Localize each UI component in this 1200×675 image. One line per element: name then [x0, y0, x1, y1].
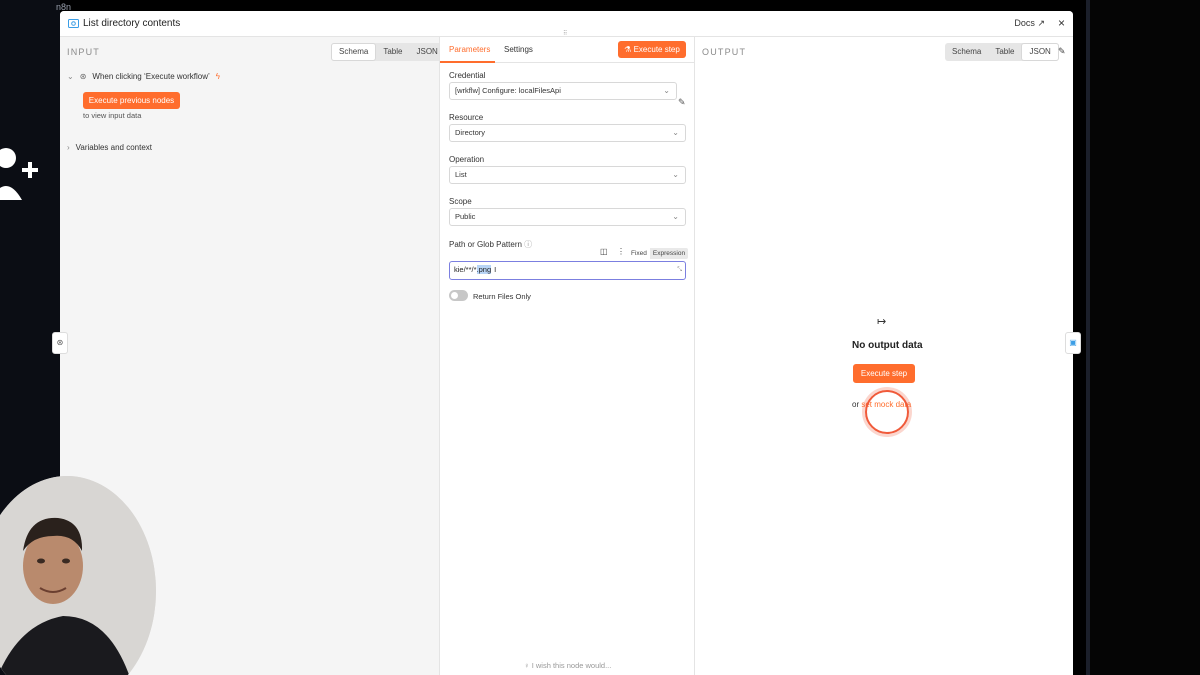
close-button[interactable]: × [1058, 16, 1065, 30]
split-view-icon[interactable]: ◫ [600, 247, 608, 256]
chevron-down-icon: ⌄ [67, 72, 74, 81]
return-files-label: Return Files Only [473, 292, 531, 301]
add-user-icon [0, 148, 38, 200]
trigger-node-row[interactable]: ⌄ ⊛ When clicking ‘Execute workflow’ ϟ [67, 72, 220, 81]
output-tab-schema[interactable]: Schema [945, 43, 988, 61]
operation-select[interactable]: List ⌄ [449, 166, 686, 184]
arrow-right-to-line-icon: ↦ [877, 316, 887, 328]
background-right [1086, 0, 1200, 675]
lightbulb-icon: ♀ [524, 661, 530, 670]
input-panel-toggle-icon[interactable]: ⊛ [52, 332, 68, 354]
output-view-switcher: Schema Table JSON [945, 43, 1059, 61]
input-view-switcher: Schema Table JSON [331, 43, 445, 61]
text-cursor-icon: I [494, 265, 497, 274]
chevron-down-icon: ⌄ [672, 128, 679, 137]
external-link-icon: ↗ [1037, 18, 1045, 28]
more-options-icon[interactable]: ⋮ [617, 247, 625, 256]
help-icon[interactable]: ⓘ [524, 240, 532, 249]
output-tab-table[interactable]: Table [988, 43, 1021, 61]
feedback-link[interactable]: ♀ I wish this node would... [524, 661, 611, 670]
output-panel-toggle-icon[interactable]: ▣ [1065, 332, 1081, 354]
edit-output-icon[interactable]: ✎ [1058, 46, 1066, 57]
variables-row[interactable]: › Variables and context [67, 143, 152, 152]
edit-credential-icon[interactable]: ✎ [678, 97, 686, 108]
return-files-toggle[interactable] [449, 290, 468, 301]
docs-link[interactable]: Docs ↗ [1014, 18, 1045, 29]
credential-label: Credential [449, 71, 486, 80]
flask-icon: ⚗ [624, 45, 632, 54]
lightning-icon: ϟ [215, 72, 221, 81]
tab-parameters[interactable]: Parameters [449, 45, 490, 54]
chevron-down-icon: ⌄ [663, 86, 670, 95]
click-indicator [865, 390, 909, 434]
mode-fixed[interactable]: Fixed [628, 248, 650, 259]
output-tab-json[interactable]: JSON [1021, 43, 1059, 61]
chevron-down-icon: ⌄ [672, 212, 679, 221]
expand-icon[interactable]: ⤡ [677, 262, 682, 278]
output-label: OUTPUT [702, 47, 747, 57]
resource-select[interactable]: Directory ⌄ [449, 124, 686, 142]
cursor-click-icon: ⊛ [79, 72, 87, 81]
output-pane: OUTPUT Schema Table JSON ✎ ↦ No output d… [695, 37, 1073, 675]
drag-handle-icon[interactable]: ⠿ [563, 30, 571, 37]
scope-select[interactable]: Public ⌄ [449, 208, 686, 226]
tab-settings[interactable]: Settings [504, 45, 533, 54]
credential-select[interactable]: [wrkflw] Configure: localFilesApi ⌄ [449, 82, 677, 100]
operation-label: Operation [449, 155, 485, 164]
execute-step-button[interactable]: ⚗ Execute step [618, 41, 686, 58]
modal-title: List directory contents [83, 18, 181, 29]
folder-icon [68, 19, 79, 28]
path-input[interactable]: kie/**/*.png I ⤡ [449, 261, 686, 280]
resource-label: Resource [449, 113, 484, 122]
input-label: INPUT [67, 47, 100, 57]
view-input-hint: to view input data [83, 111, 142, 120]
scope-label: Scope [449, 197, 472, 206]
input-tab-schema[interactable]: Schema [331, 43, 377, 61]
execute-previous-nodes-button[interactable]: Execute previous nodes [83, 92, 180, 109]
param-tabs: Parameters Settings ⚗ Execute step [440, 37, 694, 63]
mode-expression[interactable]: Expression [650, 248, 688, 259]
parameters-pane: Parameters Settings ⚗ Execute step Crede… [439, 37, 695, 675]
no-output-title: No output data [852, 340, 923, 351]
path-label: Path or Glob Pattern ⓘ [449, 240, 533, 249]
trigger-node-label: When clicking ‘Execute workflow’ [92, 72, 210, 81]
input-tab-table[interactable]: Table [376, 43, 409, 61]
chevron-right-icon: › [67, 143, 70, 152]
mode-switcher: Fixed Expression [628, 248, 689, 259]
node-details-modal: List directory contents Docs ↗ × ⠿ INPUT… [60, 11, 1073, 675]
variables-label: Variables and context [75, 143, 153, 152]
output-execute-step-button[interactable]: Execute step [853, 364, 915, 383]
active-tab-underline [440, 61, 495, 63]
chevron-down-icon: ⌄ [672, 170, 679, 179]
